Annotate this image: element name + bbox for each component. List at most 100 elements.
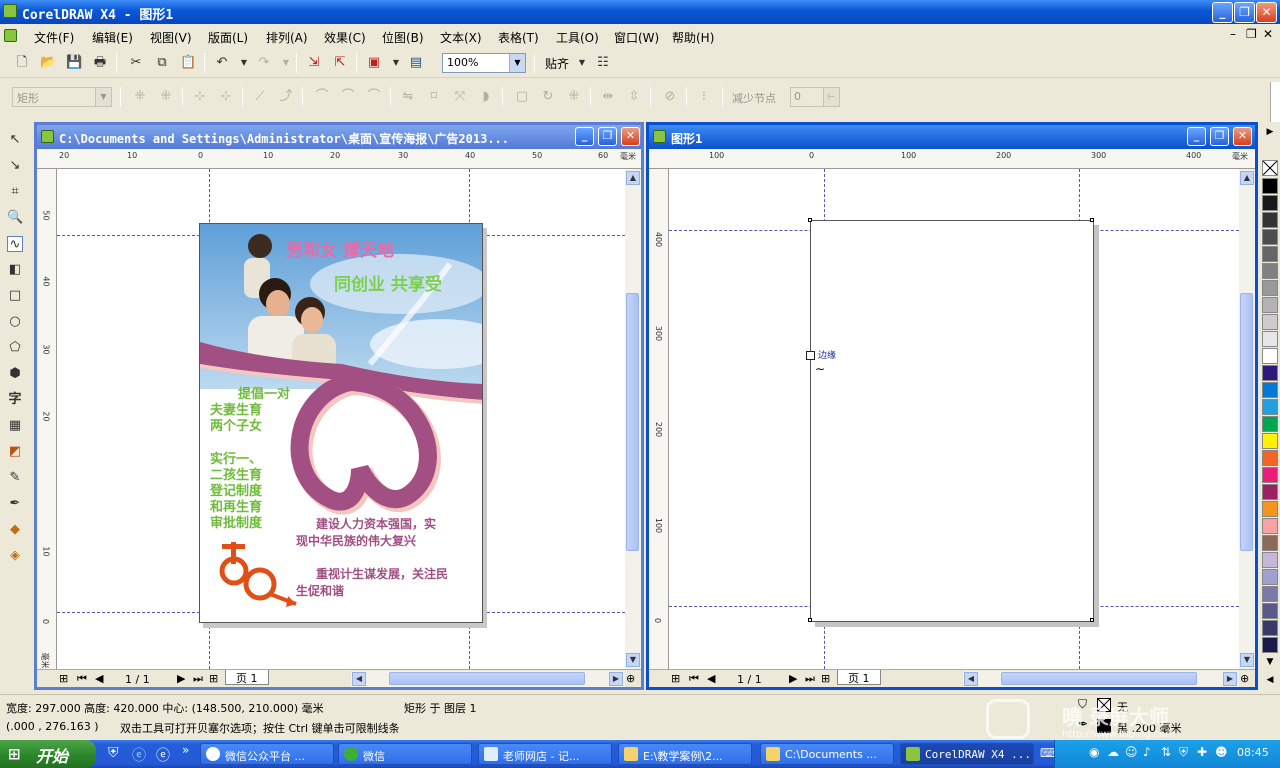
- poster-page[interactable]: 男和女 撑天地 同创业 共享受 提倡一对 夫妻生育 两个子女 实行一、 二孩生育…: [199, 223, 483, 623]
- basic-shapes-icon[interactable]: ⬢: [7, 366, 23, 382]
- menu-edit[interactable]: 编辑(E): [92, 29, 133, 46]
- color-swatch[interactable]: [1262, 297, 1278, 313]
- scroll-down-icon[interactable]: ▼: [1240, 653, 1254, 667]
- join-nodes-icon[interactable]: ⊹: [192, 89, 208, 105]
- redo-dropdown-icon[interactable]: ▼: [278, 55, 294, 71]
- tray-plus-icon[interactable]: ✚: [1197, 745, 1207, 759]
- options-icon[interactable]: ☷: [595, 55, 611, 71]
- menu-text[interactable]: 文本(X): [440, 29, 482, 46]
- smart-fill-icon[interactable]: ◧: [7, 262, 23, 278]
- add-page-icon[interactable]: ⊞: [59, 672, 68, 685]
- smooth-node-icon[interactable]: ⌒: [340, 89, 356, 105]
- color-swatch[interactable]: [1262, 484, 1278, 500]
- task-explorer-c[interactable]: C:\Documents ...: [760, 743, 894, 765]
- first-page-icon[interactable]: ⏮: [689, 672, 699, 686]
- task-explorer-e[interactable]: E:\教学案例\2...: [618, 743, 752, 765]
- color-swatch[interactable]: [1262, 195, 1278, 211]
- no-color-swatch[interactable]: [1262, 160, 1278, 176]
- color-swatch[interactable]: [1262, 263, 1278, 279]
- color-swatch[interactable]: [1262, 433, 1278, 449]
- rectangle-tool-icon[interactable]: □: [7, 288, 23, 304]
- scroll-up-icon[interactable]: ▲: [626, 171, 640, 185]
- doc2-vertical-scrollbar[interactable]: ▲ ▼: [1239, 169, 1255, 669]
- interactive-fill-icon[interactable]: ◈: [7, 548, 23, 564]
- curve-smoothness-field[interactable]: 0 ⊢: [790, 87, 840, 107]
- undo-dropdown-icon[interactable]: ▼: [236, 55, 252, 71]
- doc1-canvas[interactable]: 男和女 撑天地 同创业 共享受 提倡一对 夫妻生育 两个子女 实行一、 二孩生育…: [57, 169, 625, 669]
- blank-page[interactable]: [810, 220, 1094, 622]
- freehand-tool-icon[interactable]: ∿: [7, 236, 23, 252]
- doc2-vertical-ruler[interactable]: 400 300 200 100 0: [649, 169, 669, 669]
- new-icon[interactable]: 🗋: [14, 55, 30, 71]
- elastic-mode-icon[interactable]: ⊘: [662, 89, 678, 105]
- chevron-down-icon[interactable]: ▼: [509, 54, 525, 72]
- delete-node-icon[interactable]: ⁜: [158, 89, 174, 105]
- color-swatch[interactable]: [1262, 586, 1278, 602]
- color-swatch[interactable]: [1262, 246, 1278, 262]
- cusp-node-icon[interactable]: ⌒: [314, 89, 330, 105]
- add-node-icon[interactable]: ⁜: [132, 89, 148, 105]
- polygon-tool-icon[interactable]: ⬠: [7, 340, 23, 356]
- ellipse-tool-icon[interactable]: ○: [7, 314, 23, 330]
- application-launcher-icon[interactable]: ▣: [366, 55, 382, 71]
- menu-table[interactable]: 表格(T): [498, 29, 539, 46]
- task-coreldraw[interactable]: CorelDRAW X4 ...: [900, 743, 1034, 765]
- outline-tool-icon[interactable]: ✒: [7, 496, 23, 512]
- document-icon[interactable]: [4, 29, 17, 42]
- open-icon[interactable]: 📂: [40, 55, 56, 71]
- color-swatch[interactable]: [1262, 416, 1278, 432]
- color-swatch[interactable]: [1262, 212, 1278, 228]
- doc2-horizontal-scrollbar[interactable]: ◀ ▶: [963, 671, 1239, 687]
- doc2-page-tab[interactable]: 页 1: [837, 670, 881, 685]
- rotate-nodes-icon[interactable]: ↻: [540, 89, 556, 105]
- tray-chat-icon[interactable]: ☁: [1107, 745, 1119, 759]
- auto-close-icon[interactable]: ◗: [478, 89, 494, 105]
- color-swatch[interactable]: [1262, 365, 1278, 381]
- color-swatch[interactable]: [1262, 569, 1278, 585]
- scroll-right-icon[interactable]: ▶: [609, 672, 623, 686]
- navigator-icon[interactable]: ⊕: [1240, 672, 1249, 685]
- print-icon[interactable]: 🖶: [92, 55, 108, 71]
- add-page-icon[interactable]: ⊞: [671, 672, 680, 685]
- scroll-left-icon[interactable]: ◀: [352, 672, 366, 686]
- doc2-titlebar[interactable]: 图形1 _ ❐ ✕: [649, 125, 1255, 149]
- import-icon[interactable]: ⇲: [306, 55, 322, 71]
- maximize-button[interactable]: ❐: [1234, 2, 1255, 23]
- quicklaunch-more-icon[interactable]: »: [182, 743, 189, 757]
- menu-view[interactable]: 视图(V): [150, 29, 192, 46]
- extend-curve-icon[interactable]: ⌑: [426, 89, 442, 105]
- task-notepad[interactable]: 老师网店 - 记...: [478, 743, 612, 765]
- zoom-levels-combo[interactable]: 100% ▼: [442, 53, 526, 73]
- menu-window[interactable]: 窗口(W): [614, 29, 659, 46]
- select-all-nodes-icon[interactable]: ⁝: [696, 89, 712, 105]
- tray-qq-icon[interactable]: ☺: [1125, 745, 1138, 759]
- color-swatch[interactable]: [1262, 603, 1278, 619]
- scroll-up-icon[interactable]: ▲: [1240, 171, 1254, 185]
- redo-icon[interactable]: ↷: [256, 55, 272, 71]
- export-icon[interactable]: ⇱: [332, 55, 348, 71]
- color-swatch[interactable]: [1262, 518, 1278, 534]
- slider-icon[interactable]: ⊢: [823, 88, 839, 106]
- menu-layout[interactable]: 版面(L): [208, 29, 248, 46]
- text-tool-icon[interactable]: 字: [7, 392, 23, 408]
- palette-scroll-up-icon[interactable]: ▶: [1262, 124, 1278, 140]
- menu-help[interactable]: 帮助(H): [672, 29, 714, 46]
- tray-network-icon[interactable]: ⇅: [1161, 745, 1171, 759]
- color-swatch[interactable]: [1262, 620, 1278, 636]
- add-page-after-icon[interactable]: ⊞: [821, 672, 830, 685]
- last-page-icon[interactable]: ⏭: [805, 672, 815, 686]
- scroll-right-icon[interactable]: ▶: [1223, 672, 1237, 686]
- crop-tool-icon[interactable]: ⌗: [7, 184, 23, 200]
- menu-effects[interactable]: 效果(C): [324, 29, 366, 46]
- doc1-vertical-scrollbar[interactable]: ▲ ▼: [625, 169, 641, 669]
- cut-icon[interactable]: ✂: [128, 55, 144, 71]
- doc1-close-button[interactable]: ✕: [621, 127, 640, 146]
- ie-icon[interactable]: ⓔ: [132, 745, 146, 765]
- doc2-minimize-button[interactable]: _: [1187, 127, 1206, 146]
- task-wechat-platform[interactable]: 微信公众平台 ...: [200, 743, 334, 765]
- zoom-tool-icon[interactable]: 🔍: [7, 210, 23, 226]
- scroll-left-icon[interactable]: ◀: [964, 672, 978, 686]
- snap-to-menu[interactable]: 贴齐: [545, 55, 569, 72]
- doc2-maximize-button[interactable]: ❐: [1210, 127, 1229, 146]
- paste-icon[interactable]: 📋: [180, 55, 196, 71]
